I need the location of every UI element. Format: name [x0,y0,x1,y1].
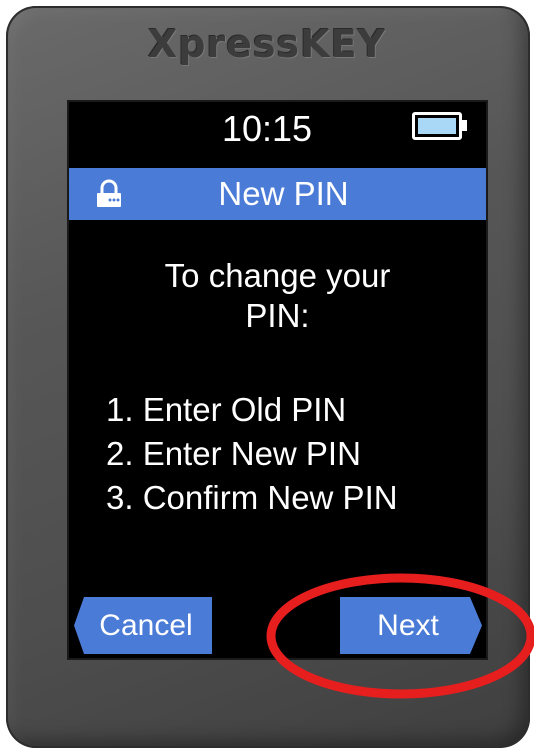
instruction-text: To change your PIN: [69,256,486,336]
step-item: 2. Enter New PIN [106,435,361,472]
instruction-line-1: To change your [164,257,391,294]
battery-level [418,118,456,134]
battery-terminal [462,120,467,131]
battery-icon [412,112,462,140]
brand-logo: XpressKEY [147,22,387,66]
screen-title: New PIN [218,175,349,212]
instruction-line-2: PIN: [245,297,310,334]
steps-list: 1. Enter Old PIN 2. Enter New PIN 3. Con… [106,388,398,520]
cancel-button[interactable]: Cancel [74,597,212,654]
step-item: 1. Enter Old PIN [106,391,347,428]
next-button[interactable]: Next [340,597,482,654]
step-item: 3. Confirm New PIN [106,479,398,516]
